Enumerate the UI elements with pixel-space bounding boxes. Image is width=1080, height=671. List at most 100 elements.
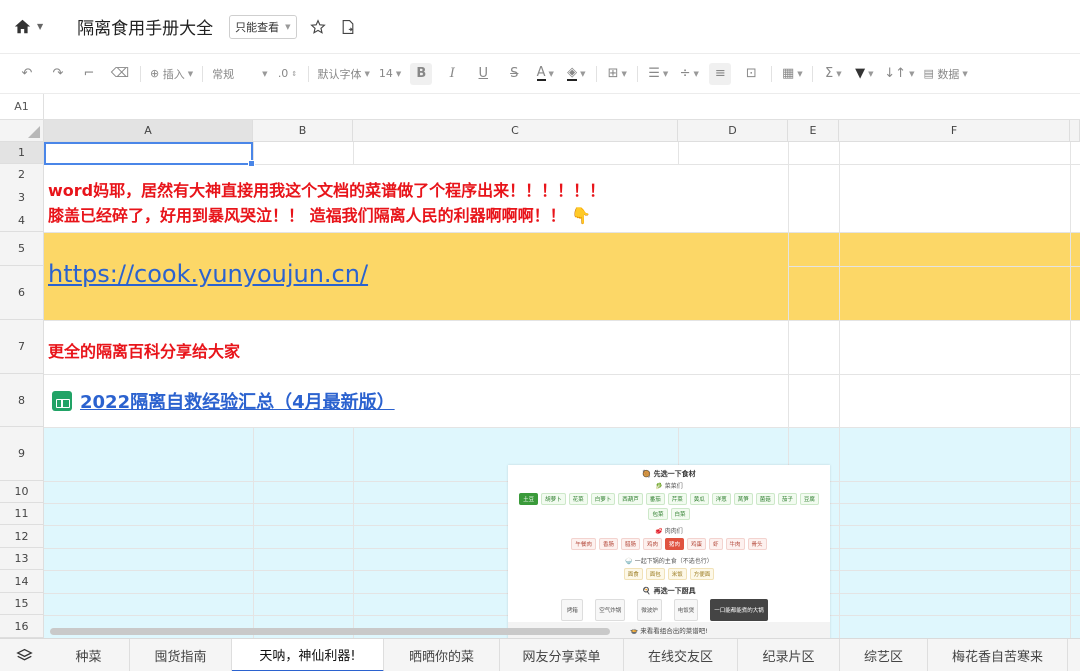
data-menu-button[interactable]: ▤ 数据 ▼	[923, 63, 967, 85]
italic-button[interactable]: I	[441, 63, 463, 85]
row-header[interactable]: 16	[0, 615, 44, 638]
merge-cells-button[interactable]: ⊡	[740, 63, 762, 85]
sheet-tab[interactable]: 综艺区	[840, 638, 928, 671]
freeze-button[interactable]: ▦ ▼	[781, 63, 803, 85]
divider	[637, 65, 639, 82]
bold-button[interactable]: B	[410, 62, 433, 85]
row-header[interactable]: 14	[0, 570, 44, 593]
sheet-tab[interactable]: 天呐，神仙利器!	[232, 638, 384, 671]
redo-button[interactable]: ↷	[47, 63, 69, 85]
chevron-down-icon: ▼	[797, 69, 803, 78]
column-header-b[interactable]: B	[253, 120, 353, 142]
horizontal-scrollbar[interactable]	[50, 628, 610, 635]
row-header[interactable]: 2	[0, 164, 44, 186]
recipe-app-link[interactable]: https://cook.yunyoujun.cn/	[48, 260, 368, 288]
row-header[interactable]: 4	[0, 210, 44, 232]
divider	[307, 65, 309, 82]
ingredient-chip: 米饭	[667, 568, 687, 580]
column-header-g[interactable]	[1070, 120, 1080, 142]
row-header[interactable]: 8	[0, 374, 44, 427]
row-header[interactable]: 12	[0, 525, 44, 548]
fill-color-button[interactable]: ◈ ▼	[565, 63, 587, 85]
sheet-tab[interactable]: 纪录片区	[738, 638, 840, 671]
ingredient-chip: 芹菜	[667, 493, 687, 505]
sheet-doc-link[interactable]: 2022隔离自救经验汇总（4月最新版）	[52, 388, 395, 414]
undo-button[interactable]: ↶	[16, 63, 38, 85]
sheet-tab[interactable]: 梅花香自苦寒来	[928, 638, 1068, 671]
italic-icon: I	[449, 66, 455, 81]
sheet-tab[interactable]: 种菜	[48, 638, 130, 671]
row-header[interactable]: 13	[0, 548, 44, 570]
row-header[interactable]: 3	[0, 186, 44, 210]
row-header[interactable]: 7	[0, 320, 44, 374]
row-header[interactable]: 6	[0, 266, 44, 320]
row-header[interactable]: 15	[0, 593, 44, 615]
column-header-e[interactable]: E	[788, 120, 839, 142]
format-painter-button[interactable]: ⌐	[78, 63, 100, 85]
embedded-app-screenshot[interactable]: 🥘 先选一下食材 🥬 菜菜们 土豆 胡萝卜 花菜 白萝卜 西葫芦 番茄 芹菜 黄瓜 洋葱 莴笋 菌菇…	[508, 465, 830, 638]
decimal-stepper[interactable]: .0 ⇕	[277, 63, 299, 85]
clear-format-button[interactable]: ⌫	[109, 63, 131, 85]
insert-label: 插入	[162, 67, 185, 81]
strikethrough-button[interactable]: S	[503, 63, 525, 85]
sheet-tab[interactable]: 晒晒你的菜	[384, 638, 500, 671]
filter-button[interactable]: ▼ ▼	[853, 63, 875, 85]
sum-button[interactable]: Σ ▼	[822, 63, 844, 85]
column-header-c[interactable]: C	[353, 120, 678, 142]
row-header[interactable]: 11	[0, 503, 44, 525]
view-mode-dropdown[interactable]: 只能查看 ▼	[229, 14, 297, 39]
freeze-icon: ▦	[781, 66, 795, 81]
align-left-icon: ☰	[648, 66, 660, 81]
ingredient-chip: 空气炸锅	[595, 599, 626, 621]
layers-icon	[15, 648, 33, 660]
cell-announcement-line1: word妈耶，居然有大神直接用我这个文档的菜谱做了个程序出来！！！！！！	[48, 181, 606, 200]
stepper-icon: ⇕	[291, 69, 298, 78]
sheet-tab[interactable]: 在线交友区	[624, 638, 738, 671]
column-header-f[interactable]: F	[839, 120, 1070, 142]
sheet-tab[interactable]: 囤货指南	[130, 638, 232, 671]
ingredient-chip: 方便面	[689, 568, 715, 580]
wrap-text-button[interactable]: ≡	[709, 62, 732, 85]
align-middle-icon: ÷	[679, 66, 691, 81]
format-painter-icon: ⌐	[83, 66, 95, 81]
ingredient-chip: 午餐肉	[571, 538, 596, 550]
underline-button[interactable]: U	[472, 63, 494, 85]
ingredient-chip: 土豆	[519, 493, 539, 505]
sheet-tab[interactable]: 网友分享菜单	[500, 638, 624, 671]
export-button[interactable]	[339, 18, 357, 36]
font-size-label: 14	[378, 67, 393, 80]
ingredient-chip: 一口能都能煮的大锅	[710, 599, 768, 621]
text-color-button[interactable]: A ▼	[534, 63, 556, 85]
insert-button[interactable]: ⊕ 插入 ▼	[150, 63, 193, 85]
home-button[interactable]: ▼	[14, 18, 43, 35]
borders-button[interactable]: ⊞ ▼	[606, 63, 628, 85]
row-header[interactable]: 5	[0, 232, 44, 266]
row-header[interactable]: 1	[0, 142, 44, 164]
column-header-d[interactable]: D	[678, 120, 788, 142]
chevron-down-icon: ▼	[395, 69, 402, 78]
align-vertical-button[interactable]: ÷ ▼	[678, 63, 700, 85]
selected-cell-a1[interactable]	[44, 142, 255, 167]
number-format-dropdown[interactable]: 常规 ▼	[212, 63, 267, 85]
sheet-list-button[interactable]	[0, 647, 48, 664]
cell-announcement-line2: 膝盖已经碎了，好用到暴风哭泣！！ 造福我们隔离人民的利器啊啊啊！！ 👇	[48, 206, 592, 225]
font-family-dropdown[interactable]: 默认字体 ▼	[318, 63, 370, 85]
font-size-dropdown[interactable]: 14 ▼	[379, 63, 401, 85]
column-header-a[interactable]: A	[44, 120, 253, 142]
select-all-corner[interactable]	[0, 120, 44, 142]
ingredient-chip: 猪肉	[664, 538, 684, 550]
align-horizontal-button[interactable]: ☰ ▼	[647, 63, 669, 85]
data-label: 数据	[937, 67, 960, 81]
home-icon	[14, 19, 31, 34]
chevron-down-icon: ▼	[868, 69, 874, 78]
chevron-down-icon: ▼	[962, 69, 968, 78]
cell-reference[interactable]: A1	[0, 94, 44, 119]
ingredient-chip: 洋葱	[711, 493, 731, 505]
row-header[interactable]: 10	[0, 481, 44, 503]
tool-chip-list: 烤箱 空气炸锅 微波炉 电饭煲 一口能都能煮的大锅	[516, 599, 822, 621]
ingredient-chip: 鸡蛋	[687, 538, 707, 550]
ingredient-chip: 莴笋	[733, 493, 753, 505]
sort-button[interactable]: ↓↑ ▼	[884, 63, 914, 85]
row-header[interactable]: 9	[0, 427, 44, 481]
star-button[interactable]	[309, 18, 327, 36]
